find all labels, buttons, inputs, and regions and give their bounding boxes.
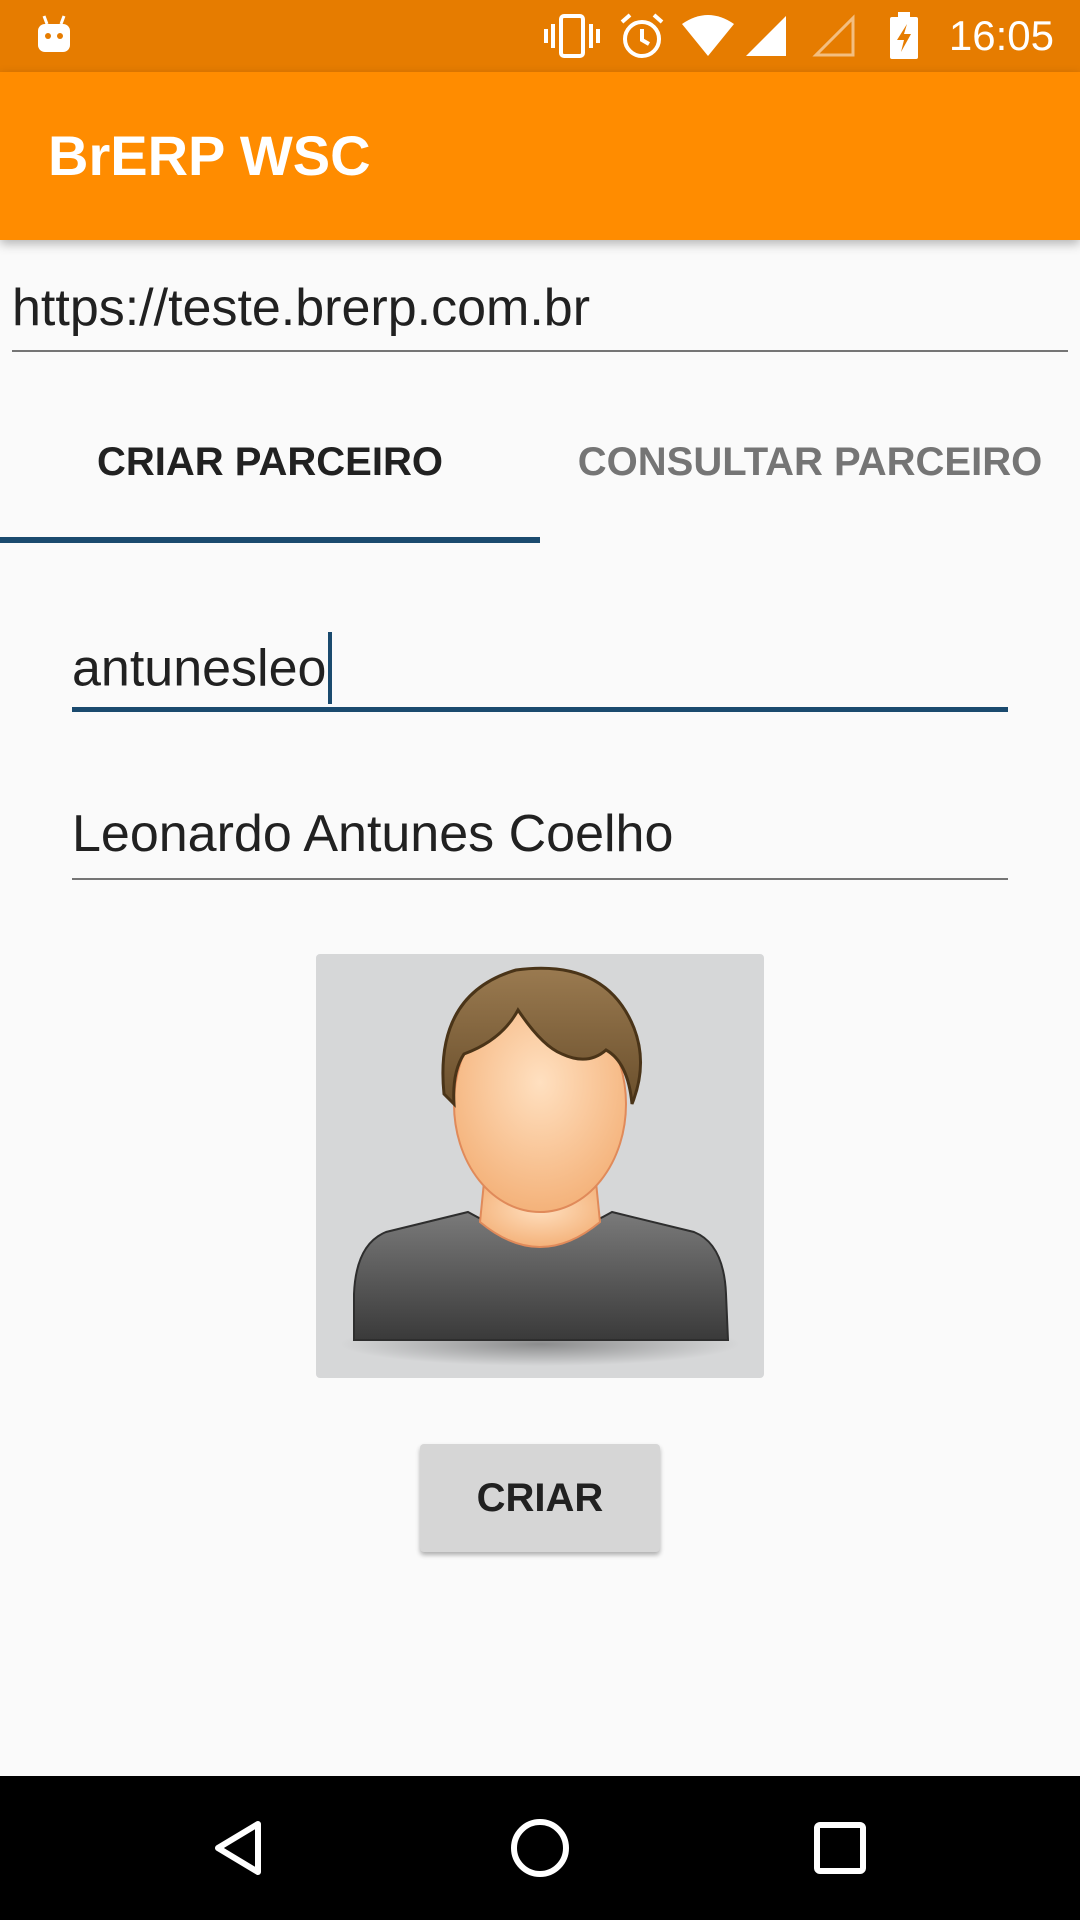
navigation-bar: [0, 1776, 1080, 1920]
signal-empty-icon: [812, 14, 856, 63]
app-bar: BrERP WSC: [0, 72, 1080, 240]
full-name-value[interactable]: Leonardo Antunes Coelho: [72, 804, 673, 864]
username-value-wrapper[interactable]: antunesleo: [72, 632, 333, 708]
username-field[interactable]: antunesleo: [72, 628, 1008, 712]
tab-bar: CRIAR PARCEIRO CONSULTAR PARCEIRO: [0, 400, 1080, 545]
app-title: BrERP WSC: [48, 124, 371, 187]
tab-label: CRIAR PARCEIRO: [97, 440, 443, 484]
recents-icon[interactable]: [808, 1816, 872, 1880]
create-button[interactable]: CRIAR: [420, 1444, 660, 1552]
full-name-field[interactable]: Leonardo Antunes Coelho: [72, 796, 1008, 880]
person-icon: [340, 966, 740, 1366]
wifi-icon: [680, 14, 736, 63]
text-cursor: [328, 632, 333, 704]
android-icon: [36, 14, 72, 59]
status-bar: 16:05: [0, 0, 1080, 72]
status-clock: 16:05: [948, 12, 1054, 59]
vibrate-icon: [544, 14, 600, 63]
tab-indicator: [0, 537, 540, 543]
tab-consultar-parceiro[interactable]: CONSULTAR PARCEIRO: [540, 400, 1080, 545]
tab-label: CONSULTAR PARCEIRO: [577, 440, 1043, 484]
avatar-image[interactable]: [316, 954, 764, 1378]
battery-charging-icon: [888, 12, 920, 65]
signal-icon: [744, 14, 788, 63]
username-value: antunesleo: [72, 639, 327, 698]
home-icon[interactable]: [508, 1816, 572, 1880]
back-icon[interactable]: [208, 1816, 272, 1880]
tab-criar-parceiro[interactable]: CRIAR PARCEIRO: [0, 400, 540, 545]
server-url-field[interactable]: https://teste.brerp.com.br: [12, 270, 1068, 352]
server-url-value[interactable]: https://teste.brerp.com.br: [12, 278, 590, 338]
alarm-icon: [618, 12, 666, 65]
